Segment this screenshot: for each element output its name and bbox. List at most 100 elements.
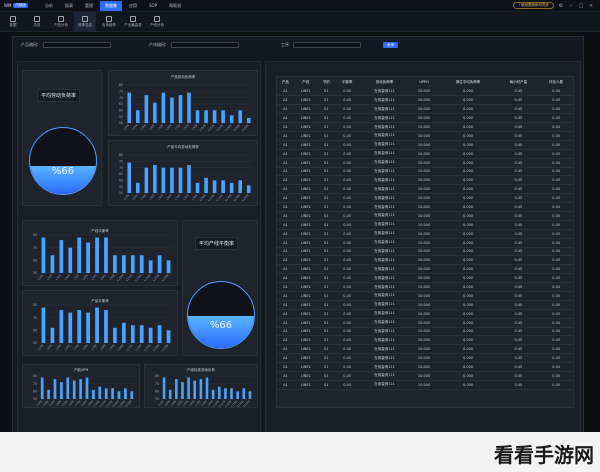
table-cell: S1 — [317, 211, 335, 221]
toolbar-button[interactable]: 负荷趋势 — [98, 12, 120, 32]
table-row[interactable]: A1 LINE1 S1 0.45 在用量例111 10.000 0.000 0.45 0.45 — [277, 353, 573, 364]
table-cell: LINE1 — [293, 122, 318, 132]
table-row[interactable]: A1 LINE1 S1 0.45 在用量例111 10.000 0.000 0.45 0.45 — [277, 131, 573, 141]
table-cell: 0.45 — [334, 273, 360, 284]
toolbar-label: 总览 — [33, 23, 41, 27]
column-header[interactable]: 平衡率 — [335, 77, 360, 87]
table-row[interactable]: A1 LINE1 S1 0.45 在用量例111 10.000 0.000 0.45 0.45 — [277, 335, 573, 346]
table-row[interactable]: A1 LINE1 S1 0.45 在用量例111 10.000 0.000 0.45 0.45 — [277, 193, 573, 204]
column-header[interactable]: 节拍 — [318, 77, 335, 87]
column-header[interactable]: UPPH — [409, 77, 438, 87]
query-button[interactable]: 查询 — [383, 42, 398, 48]
table-cell: 0.45 — [497, 158, 540, 168]
toolbar-button[interactable]: 数据 — [2, 12, 24, 32]
table-row[interactable]: A1 LINE1 S1 0.45 在用量例111 10.000 0.000 0.45 0.45 — [277, 211, 573, 221]
update-notice[interactable]: ! 使用更新即可同步 — [513, 2, 554, 9]
menu-item[interactable]: 管理 — [80, 1, 98, 11]
table-row[interactable]: A1 LINE1 S1 0.45 在用量例111 10.000 0.000 0.45 0.45 — [277, 140, 573, 150]
toolbar-button[interactable]: 产出最高表 — [122, 12, 144, 32]
table-row[interactable]: A1 LINE1 S1 0.45 在用量例111 10.000 0.000 0.45 0.45 — [277, 122, 573, 132]
table-cell: 0.000 — [438, 291, 498, 301]
table-row[interactable]: A1 LINE1 S1 0.45 在用量例111 10.000 0.000 0.45 0.45 — [277, 104, 573, 115]
table-cell: 0.45 — [539, 220, 573, 230]
x-tick-label: L12PB — [215, 193, 224, 202]
process-input[interactable] — [293, 42, 361, 48]
table-row[interactable]: A1 LINE1 S1 0.45 在用量例111 10.000 0.000 0.45 0.45 — [277, 344, 573, 355]
maximize-icon[interactable]: □ — [578, 3, 584, 9]
table-cell: 在用量例111 — [359, 362, 410, 372]
column-header[interactable]: 产品 — [277, 77, 294, 87]
table-row[interactable]: A1 LINE1 S1 0.45 在用量例111 10.000 0.000 0.45 0.45 — [277, 175, 573, 186]
table-row[interactable]: A1 LINE1 S1 0.45 在用量例111 10.000 0.000 0.45 0.45 — [277, 273, 573, 284]
menu-item[interactable]: SOP — [144, 1, 162, 11]
table-row[interactable]: A1 LINE1 S1 0.45 在用量例111 10.000 0.000 0.45 0.45 — [277, 238, 573, 248]
table-row[interactable]: A1 LINE1 S1 0.45 在用量例111 10.000 0.000 0.45 0.45 — [277, 247, 573, 257]
table-cell: 0.45 — [334, 335, 360, 346]
table-cell: 0.45 — [497, 175, 540, 186]
column-header[interactable]: 产线 — [294, 77, 318, 87]
table-cell: A1 — [277, 193, 294, 204]
table-row[interactable]: A1 LINE1 S1 0.45 在用量例111 10.000 0.000 0.45 0.45 — [277, 158, 573, 168]
table-row[interactable]: A1 LINE1 S1 0.45 在用量例111 10.000 0.000 0.45 0.45 — [277, 264, 573, 275]
line-code-input[interactable] — [171, 42, 239, 48]
y-tick-label: 65 — [119, 172, 123, 176]
toolbar-button[interactable]: 产品分析 — [50, 12, 72, 32]
table-row[interactable]: A1 LINE1 S1 0.45 在用量例111 10.000 0.000 0.45 0.45 — [277, 291, 573, 301]
table-row[interactable]: A1 LINE1 S1 0.45 在用量例111 10.000 0.000 0.45 0.45 — [277, 371, 573, 381]
table-row[interactable]: A1 LINE1 S1 0.45 在用量例111 10.000 0.000 0.45 0.45 — [277, 229, 573, 239]
bar — [204, 110, 208, 123]
table-cell: S1 — [317, 220, 335, 230]
table-row[interactable]: A1 LINE1 S1 0.45 在用量例111 10.000 0.000 0.45 0.45 — [277, 309, 573, 319]
table-cell: S1 — [317, 238, 335, 248]
menu-item[interactable]: 报表 — [60, 1, 78, 11]
title-bar: WM 内部版 分析 报表 管理 数据集 应用 SOP 帮助说 ! 使用更新即可同步 ⚙ – … — [0, 0, 600, 12]
table-row[interactable]: A1 LINE1 S1 0.45 在用量例111 10.000 0.000 0.45 0.45 — [277, 220, 573, 230]
table-cell: A1 — [277, 353, 294, 364]
table-cell: LINE1 — [293, 175, 318, 186]
x-tick-label: L11PB — [207, 123, 216, 132]
table-row[interactable]: A1 LINE1 S1 0.45 在用量例111 10.000 0.000 0.45 0.45 — [277, 149, 573, 159]
table-row[interactable]: A1 LINE1 S1 0.45 在用量例111 10.000 0.000 0.45 0.45 — [277, 202, 573, 212]
table-row[interactable]: A1 LINE1 S1 0.45 在用量例111 10.000 0.000 0.45 0.45 — [277, 282, 573, 292]
table-cell: 0.45 — [497, 122, 540, 132]
menu-item[interactable]: 数据集 — [100, 0, 122, 11]
table-row[interactable]: A1 LINE1 S1 0.45 在用量例111 10.000 0.000 0.45 0.45 — [277, 113, 573, 124]
menu-item[interactable]: 应用 — [124, 1, 142, 11]
x-tick-label: L8PB — [182, 193, 190, 201]
x-tick-label: L3PB — [55, 343, 63, 351]
x-tick-label: L9PB — [108, 343, 116, 351]
settings-icon[interactable]: ⚙ — [558, 3, 564, 9]
table-cell: 0.000 — [438, 362, 498, 372]
y-tick-label: 65 — [119, 102, 123, 106]
table-cell: 在用量例111 — [359, 327, 410, 337]
column-header[interactable]: 劳动负荷率 — [360, 77, 410, 87]
column-header[interactable]: 岗位平均负荷率 — [439, 77, 498, 87]
toolbar-button[interactable]: 效率总结 — [74, 12, 96, 32]
bar — [242, 388, 246, 399]
column-header[interactable]: 每小时产量 — [497, 77, 539, 87]
table-row[interactable]: A1 LINE1 S1 0.45 在用量例111 10.000 0.000 0.45 0.45 — [277, 300, 573, 310]
product-code-input[interactable] — [43, 42, 111, 48]
table-row[interactable]: A1 LINE1 S1 0.45 在用量例111 10.000 0.000 0.45 0.45 — [277, 87, 573, 97]
column-header[interactable]: 作业人数 — [539, 77, 573, 87]
table-row[interactable]: A1 LINE1 S1 0.45 在用量例111 10.000 0.000 0.45 0.45 — [277, 184, 573, 195]
table-row[interactable]: A1 LINE1 S1 0.45 在用量例111 10.000 0.000 0.45 0.45 — [277, 255, 573, 266]
table-row[interactable]: A1 LINE1 S1 0.45 在用量例111 10.000 0.000 0.45 0.45 — [277, 318, 573, 328]
menu-item[interactable]: 帮助说 — [164, 1, 186, 11]
toolbar-button[interactable]: 总览 — [26, 12, 48, 32]
table-row[interactable]: A1 LINE1 S1 0.45 在用量例111 10.000 0.000 0.45 0.45 — [277, 95, 573, 106]
menu-item[interactable]: 分析 — [40, 1, 58, 11]
table-row[interactable]: A1 LINE1 S1 0.45 在用量例111 10.000 0.000 0.45 0.45 — [277, 380, 573, 390]
chart-card: 产品平均劳动负荷率 50 55 60 65 70 75 80 L1PB L2PB L3PB L4PB… — [108, 140, 258, 206]
close-icon[interactable]: × — [588, 3, 594, 9]
table-cell: A1 — [277, 247, 294, 257]
x-tick-label: L15PB — [161, 273, 170, 282]
table-row[interactable]: A1 LINE1 S1 0.45 在用量例111 10.000 0.000 0.45 0.45 — [277, 362, 573, 372]
minimize-icon[interactable]: – — [568, 3, 574, 9]
toolbar-button[interactable]: 产线分析 — [146, 12, 168, 32]
table-row[interactable]: A1 LINE1 S1 0.45 在用量例111 10.000 0.000 0.45 0.45 — [277, 167, 573, 177]
table-row[interactable]: A1 LINE1 S1 0.45 在用量例111 10.000 0.000 0.45 0.45 — [277, 327, 573, 337]
bar — [130, 255, 135, 273]
table-cell: LINE1 — [293, 247, 318, 257]
table-cell: LINE1 — [293, 362, 318, 372]
